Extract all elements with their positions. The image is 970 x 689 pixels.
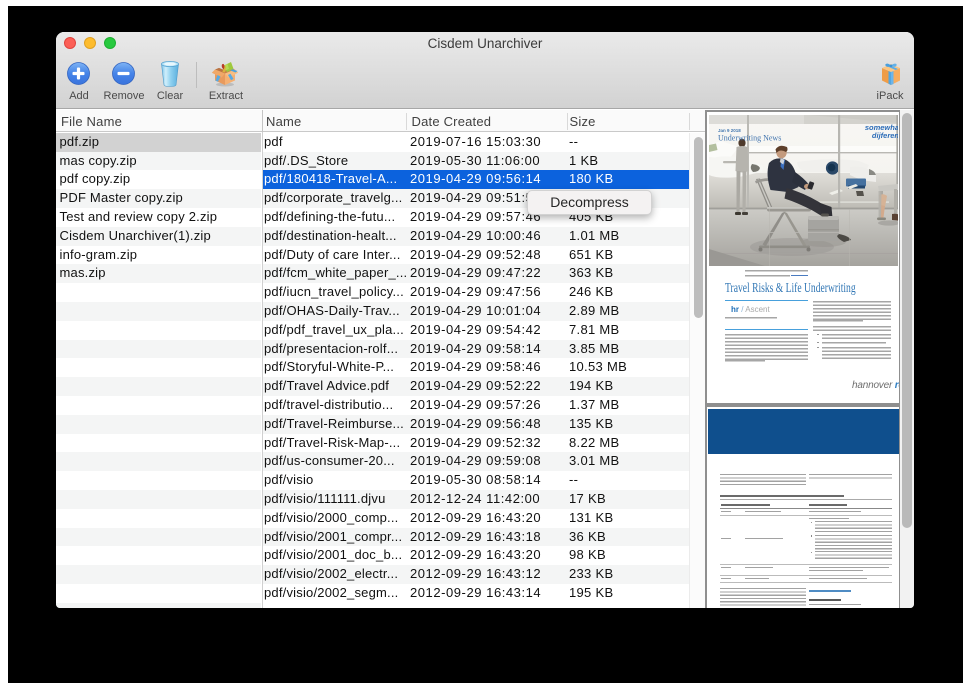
svg-text:dijferen: dijferen: [872, 131, 898, 140]
svg-text:Jan 9 2018: Jan 9 2018: [718, 128, 741, 133]
svg-text:Underwriting News: Underwriting News: [718, 133, 781, 142]
